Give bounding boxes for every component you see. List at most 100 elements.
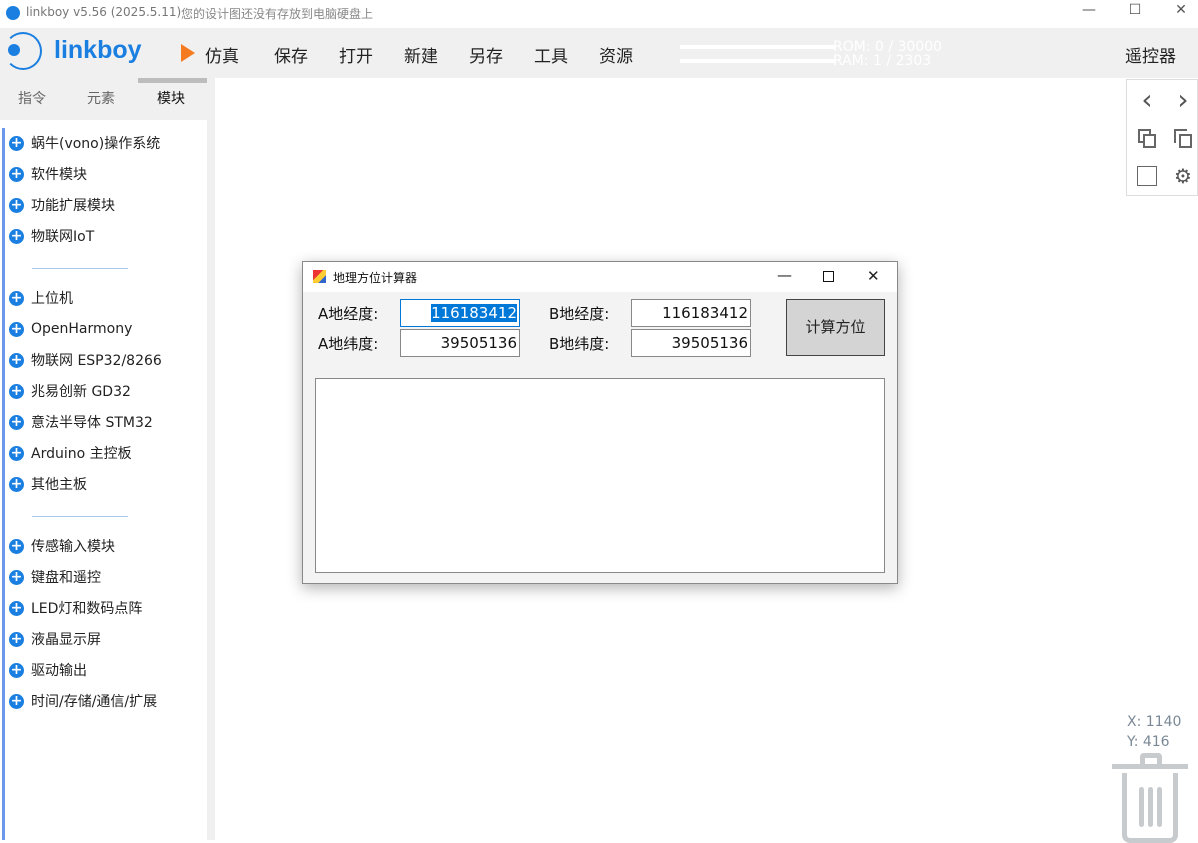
- sidebar-item-label: 驱动输出: [31, 663, 87, 679]
- sidebar-item[interactable]: + 兆易创新 GD32: [9, 380, 131, 402]
- sidebar-divider: [32, 516, 128, 517]
- sidebar-item-label: 液晶显示屏: [31, 632, 101, 648]
- sidebar-item[interactable]: + 物联网 ESP32/8266: [9, 349, 162, 371]
- b-latitude-label: B地纬度:: [549, 335, 610, 353]
- minimize-button[interactable]: —: [1066, 2, 1112, 24]
- plus-circle-icon: +: [9, 661, 24, 678]
- plus-circle-icon: +: [9, 320, 24, 337]
- a-longitude-input[interactable]: 116183412: [400, 299, 520, 327]
- tab-modules[interactable]: 模块: [157, 88, 185, 108]
- dialog-close-button[interactable]: ✕: [867, 267, 880, 285]
- logo-dot: [8, 44, 20, 56]
- dialog-minimize-button[interactable]: —: [777, 266, 792, 284]
- x-coordinate: X: 1140: [1127, 714, 1182, 730]
- close-button[interactable]: ✕: [1158, 2, 1198, 24]
- b-longitude-label: B地经度:: [549, 305, 610, 323]
- toolbar: linkboy 仿真 保存 打开 新建 另存 工具 资源 ROM: 0 / 30…: [0, 28, 1198, 78]
- brand-name: linkboy: [54, 36, 142, 64]
- sidebar-item[interactable]: + 其他主板: [9, 473, 87, 495]
- tool-panel: ‹ › ⚙: [1126, 79, 1198, 196]
- plus-circle-icon: +: [9, 599, 24, 616]
- sidebar-item-label: 软件模块: [31, 167, 87, 183]
- sidebar-item[interactable]: + 意法半导体 STM32: [9, 411, 153, 433]
- sidebar-item[interactable]: + 液晶显示屏: [9, 628, 101, 650]
- bearing-calculator-dialog: 地理方位计算器 — ✕ A地经度: A地纬度: B地经度: B地纬度: 1161…: [302, 261, 898, 584]
- plus-circle-icon: +: [9, 413, 24, 430]
- sidebar-item[interactable]: + LED灯和数码点阵: [9, 597, 142, 619]
- a-latitude-input[interactable]: 39505136: [400, 329, 520, 357]
- a-longitude-value: 116183412: [431, 304, 517, 322]
- open-button[interactable]: 打开: [339, 42, 373, 67]
- sidebar-item-label: OpenHarmony: [31, 321, 133, 337]
- sidebar-tabs: 指令 元素 模块: [0, 78, 207, 120]
- sidebar-item[interactable]: + 键盘和遥控: [9, 566, 101, 588]
- duplicate-icon[interactable]: [1171, 126, 1195, 150]
- y-coordinate: Y: 416: [1127, 734, 1170, 750]
- plus-circle-icon: +: [9, 351, 24, 368]
- dialog-maximize-button[interactable]: [823, 271, 834, 282]
- forward-icon[interactable]: ›: [1171, 86, 1195, 114]
- sidebar-item[interactable]: + Arduino 主控板: [9, 442, 132, 464]
- sidebar-item[interactable]: + 蜗牛(vono)操作系统: [9, 132, 160, 154]
- sidebar-divider: [32, 268, 128, 269]
- save-button[interactable]: 保存: [274, 42, 308, 67]
- plus-circle-icon: +: [9, 382, 24, 399]
- sidebar-item-label: 蜗牛(vono)操作系统: [31, 136, 161, 152]
- tab-elements[interactable]: 元素: [87, 88, 115, 108]
- plus-circle-icon: +: [9, 692, 24, 709]
- new-button[interactable]: 新建: [404, 42, 438, 67]
- b-latitude-input[interactable]: 39505136: [631, 329, 751, 357]
- remote-button[interactable]: 遥控器: [1125, 42, 1176, 67]
- sidebar-item[interactable]: + 物联网IoT: [9, 225, 94, 247]
- plus-circle-icon: +: [9, 475, 24, 492]
- title-bar: linkboy v5.56 (2025.5.11) 您的设计图还没有存放到电脑硬…: [0, 0, 1198, 28]
- plus-circle-icon: +: [9, 630, 24, 647]
- resources-button[interactable]: 资源: [599, 42, 633, 67]
- sidebar-item[interactable]: + 传感输入模块: [9, 535, 115, 557]
- plus-circle-icon: +: [9, 227, 24, 244]
- dialog-title: 地理方位计算器: [333, 271, 418, 285]
- settings-icon[interactable]: ⚙: [1171, 164, 1195, 188]
- play-icon[interactable]: [181, 44, 195, 62]
- sidebar-item-label: 上位机: [31, 291, 73, 307]
- sidebar-item[interactable]: + 软件模块: [9, 163, 87, 185]
- sidebar-item-label: 功能扩展模块: [31, 198, 115, 214]
- result-output-textarea[interactable]: [315, 378, 885, 573]
- plus-circle-icon: +: [9, 568, 24, 585]
- sidebar-item-label: 传感输入模块: [31, 539, 115, 555]
- save-as-button[interactable]: 另存: [469, 42, 503, 67]
- fit-view-icon[interactable]: [1135, 164, 1159, 188]
- sidebar-item-label: LED灯和数码点阵: [31, 601, 143, 617]
- sidebar-item[interactable]: + 驱动输出: [9, 659, 87, 681]
- trash-icon[interactable]: [1112, 753, 1188, 843]
- dialog-title-bar: 地理方位计算器 — ✕: [303, 262, 897, 292]
- tools-button[interactable]: 工具: [534, 42, 568, 67]
- sidebar-item-label: 物联网 ESP32/8266: [31, 353, 162, 369]
- sidebar-item[interactable]: + 功能扩展模块: [9, 194, 115, 216]
- sidebar-scrollbar[interactable]: [207, 78, 215, 840]
- sidebar-item-label: 物联网IoT: [31, 229, 95, 245]
- sidebar-item[interactable]: + OpenHarmony: [9, 318, 132, 340]
- plus-circle-icon: +: [9, 537, 24, 554]
- unsaved-message: 您的设计图还没有存放到电脑硬盘上: [181, 7, 374, 21]
- plus-circle-icon: +: [9, 289, 24, 306]
- ram-usage: RAM: 1 / 2303: [833, 53, 932, 69]
- b-longitude-input[interactable]: 116183412: [631, 299, 751, 327]
- app-icon: [6, 6, 20, 20]
- compute-bearing-button[interactable]: 计算方位: [786, 299, 885, 356]
- plus-circle-icon: +: [9, 165, 24, 182]
- sidebar-item[interactable]: + 时间/存储/通信/扩展: [9, 690, 157, 712]
- maximize-button[interactable]: ☐: [1112, 2, 1158, 24]
- copy-icon[interactable]: [1135, 126, 1159, 150]
- a-longitude-label: A地经度:: [318, 305, 379, 323]
- rom-bar: [680, 45, 835, 49]
- a-latitude-label: A地纬度:: [318, 335, 379, 353]
- plus-circle-icon: +: [9, 196, 24, 213]
- back-icon[interactable]: ‹: [1135, 86, 1159, 114]
- sidebar-item[interactable]: + 上位机: [9, 287, 73, 309]
- dialog-app-icon: [313, 270, 326, 283]
- sidebar-item-label: 兆易创新 GD32: [31, 384, 131, 400]
- rom-usage: ROM: 0 / 30000: [833, 39, 943, 55]
- tab-commands[interactable]: 指令: [18, 88, 46, 108]
- simulate-button[interactable]: 仿真: [205, 42, 239, 67]
